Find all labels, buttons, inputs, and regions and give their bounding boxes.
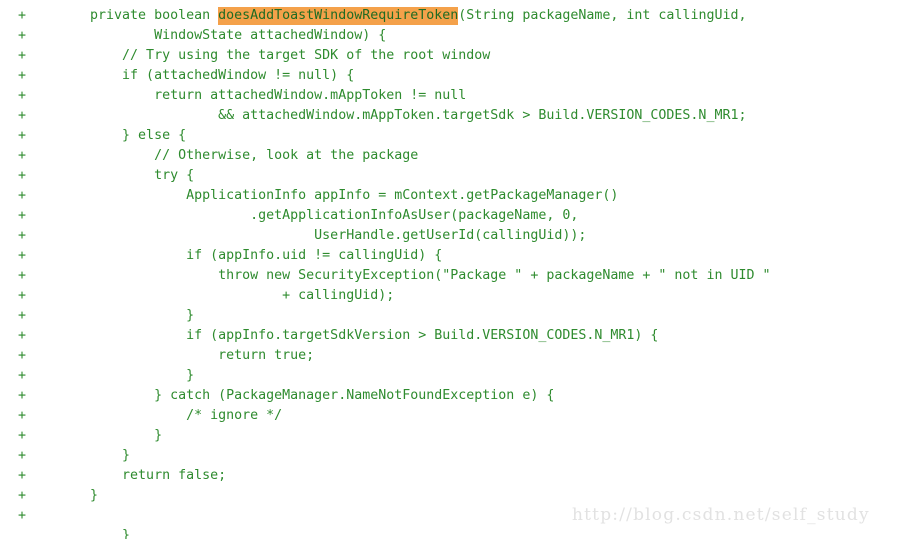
diff-line[interactable]: + + callingUid); [0,286,900,306]
diff-line[interactable]: + return true; [0,346,900,366]
code-segment: } [58,308,195,323]
diff-marker-added: + [18,228,27,243]
diff-marker-added: + [18,368,27,383]
code-segment: } [58,488,99,503]
diff-marker-added: + [18,288,27,303]
code-segment: throw new SecurityException("Package " +… [58,268,771,283]
diff-line[interactable]: + } else { [0,126,900,146]
diff-line[interactable]: + private boolean doesAddToastWindowRequ… [0,6,900,26]
diff-line[interactable]: + try { [0,166,900,186]
diff-line[interactable]: + return false; [0,466,900,486]
code-segment: /* ignore */ [58,408,283,423]
diff-line[interactable]: } [0,526,900,539]
code-diff-screenshot: + private boolean doesAddToastWindowRequ… [0,0,900,539]
code-segment: } [58,368,195,383]
diff-marker-added: + [18,128,27,143]
diff-marker-added: + [18,268,27,283]
diff-line[interactable]: + } [0,306,900,326]
diff-line[interactable]: + if (appInfo.targetSdkVersion > Build.V… [0,326,900,346]
diff-line[interactable]: + .getApplicationInfoAsUser(packageName,… [0,206,900,226]
diff-line[interactable]: + throw new SecurityException("Package "… [0,266,900,286]
diff-marker-added: + [18,188,27,203]
diff-marker-added: + [18,308,27,323]
diff-marker-added: + [18,388,27,403]
diff-code-block[interactable]: + private boolean doesAddToastWindowRequ… [0,6,900,539]
diff-marker-added: + [18,108,27,123]
code-segment: return false; [58,468,227,483]
code-segment: ApplicationInfo appInfo = mContext.getPa… [58,188,619,203]
diff-line[interactable]: + } [0,486,900,506]
diff-line[interactable]: + /* ignore */ [0,406,900,426]
code-segment: UserHandle.getUserId(callingUid)); [58,228,587,243]
diff-line[interactable]: + WindowState attachedWindow) { [0,26,900,46]
diff-marker-added: + [18,48,27,63]
code-segment: } [58,528,131,539]
diff-marker-added: + [18,348,27,363]
diff-marker-added: + [18,408,27,423]
code-segment: // Try using the target SDK of the root … [58,48,491,63]
code-segment: && attachedWindow.mAppToken.targetSdk > … [58,108,747,123]
diff-line[interactable]: + if (appInfo.uid != callingUid) { [0,246,900,266]
code-segment: if (appInfo.targetSdkVersion > Build.VER… [58,328,659,343]
code-segment: + callingUid); [58,288,395,303]
diff-marker-added: + [18,468,27,483]
diff-marker-added: + [18,428,27,443]
diff-line[interactable]: + if (attachedWindow != null) { [0,66,900,86]
diff-marker-added: + [18,508,27,523]
diff-line[interactable]: + // Try using the target SDK of the roo… [0,46,900,66]
diff-marker-added: + [18,148,27,163]
diff-marker-added: + [18,488,27,503]
diff-line[interactable]: + } [0,426,900,446]
code-segment: return true; [58,348,315,363]
code-segment: } [58,428,163,443]
diff-line[interactable]: + } catch (PackageManager.NameNotFoundEx… [0,386,900,406]
watermark-url: http://blog.csdn.net/self_study [572,505,870,525]
diff-marker-added: + [18,208,27,223]
code-segment: } [58,448,131,463]
code-segment: .getApplicationInfoAsUser(packageName, 0… [58,208,579,223]
diff-marker-added: + [18,8,27,23]
code-segment: if (appInfo.uid != callingUid) { [58,248,443,263]
diff-marker-added: + [18,88,27,103]
diff-marker-added: + [18,328,27,343]
diff-line[interactable]: + } [0,366,900,386]
diff-marker-added: + [18,248,27,263]
diff-line[interactable]: + return attachedWindow.mAppToken != nul… [0,86,900,106]
highlighted-identifier[interactable]: doesAddToastWindowRequireToken [218,7,459,25]
code-segment: (String packageName, int callingUid, [458,8,747,23]
code-segment: } catch (PackageManager.NameNotFoundExce… [58,388,555,403]
code-segment: private boolean [58,8,219,23]
diff-line[interactable]: + // Otherwise, look at the package [0,146,900,166]
diff-line[interactable]: + UserHandle.getUserId(callingUid)); [0,226,900,246]
diff-line[interactable]: + } [0,446,900,466]
diff-marker-added: + [18,68,27,83]
diff-marker-added: + [18,448,27,463]
code-segment: WindowState attachedWindow) { [58,28,387,43]
code-segment: if (attachedWindow != null) { [58,68,355,83]
code-segment: // Otherwise, look at the package [58,148,419,163]
diff-marker-added: + [18,168,27,183]
code-segment: try { [58,168,195,183]
diff-line[interactable]: + && attachedWindow.mAppToken.targetSdk … [0,106,900,126]
code-segment: } else { [58,128,187,143]
diff-line[interactable]: + ApplicationInfo appInfo = mContext.get… [0,186,900,206]
diff-marker-added: + [18,28,27,43]
code-segment: return attachedWindow.mAppToken != null [58,88,467,103]
